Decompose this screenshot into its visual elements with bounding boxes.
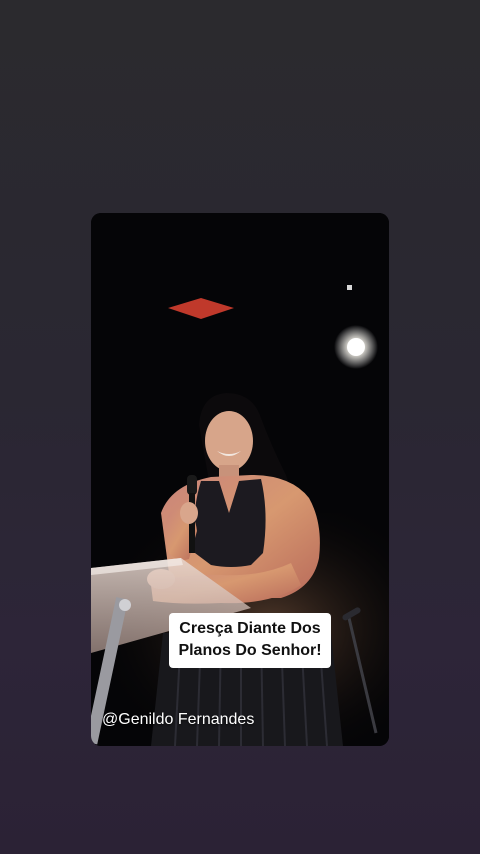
caption-line-2: Planos Do Senhor! xyxy=(178,642,322,659)
author-watermark: @Genildo Fernandes xyxy=(102,711,255,728)
story-video-frame[interactable]: Cresça Diante Dos Planos Do Senhor! @Gen… xyxy=(91,213,389,746)
story-viewer: Cresça Diante Dos Planos Do Senhor! @Gen… xyxy=(0,0,480,854)
caption-line-1: Cresça Diante Dos xyxy=(179,620,321,637)
caption-box: Cresça Diante Dos Planos Do Senhor! xyxy=(169,613,331,668)
